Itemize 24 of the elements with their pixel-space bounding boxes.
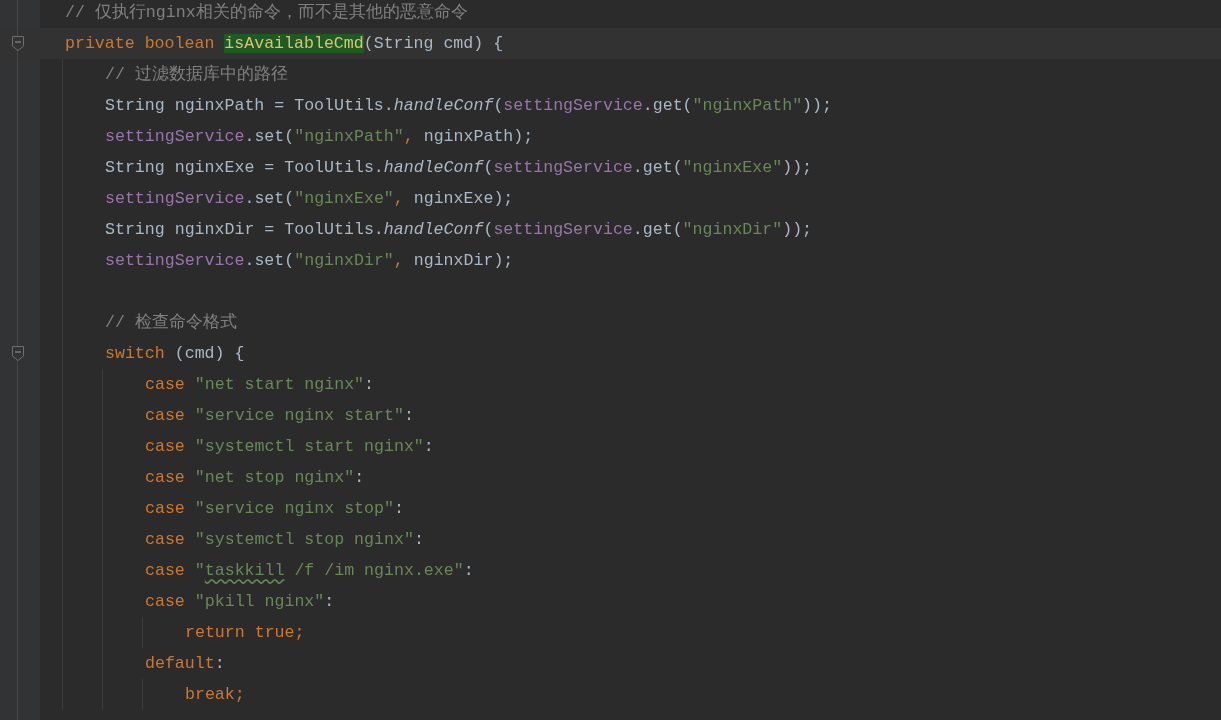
- fold-icon[interactable]: [12, 36, 24, 51]
- code-line: String nginxPath = ToolUtils.handleConf(settingService.get("nginxPath"));: [104, 94, 832, 117]
- code-line: settingService.set("nginxExe", nginxExe);: [104, 187, 514, 210]
- code-line: switch (cmd) {: [104, 342, 245, 365]
- code-comment: // 过滤数据库中的路径: [104, 63, 288, 86]
- code-line: break;: [184, 683, 245, 706]
- code-comment: // 仅执行nginx相关的命令，而不是其他的恶意命令: [64, 1, 468, 24]
- code-line: private boolean isAvailableCmd(String cmd) {: [64, 32, 504, 55]
- code-line: String nginxDir = ToolUtils.handleConf(settingService.get("nginxDir"));: [104, 218, 813, 241]
- code-line: settingService.set("nginxPath", nginxPath);: [104, 125, 534, 148]
- code-line: case "systemctl stop nginx":: [144, 528, 424, 551]
- code-line: settingService.set("nginxDir", nginxDir);: [104, 249, 514, 272]
- code-line: case "service nginx stop":: [144, 497, 404, 520]
- fold-icon[interactable]: [12, 346, 24, 361]
- code-line: case "net start nginx":: [144, 373, 375, 396]
- code-line: String nginxExe = ToolUtils.handleConf(settingService.get("nginxExe"));: [104, 156, 813, 179]
- code-line: default:: [144, 652, 225, 675]
- code-comment: // 检查命令格式: [104, 311, 237, 334]
- code-line: case "systemctl start nginx":: [144, 435, 434, 458]
- code-line: case "taskkill /f /im nginx.exe":: [144, 559, 474, 582]
- code-line: case "service nginx start":: [144, 404, 414, 427]
- code-line: case "net stop nginx":: [144, 466, 365, 489]
- code-line: case "pkill nginx":: [144, 590, 335, 613]
- code-line: return true;: [184, 621, 305, 644]
